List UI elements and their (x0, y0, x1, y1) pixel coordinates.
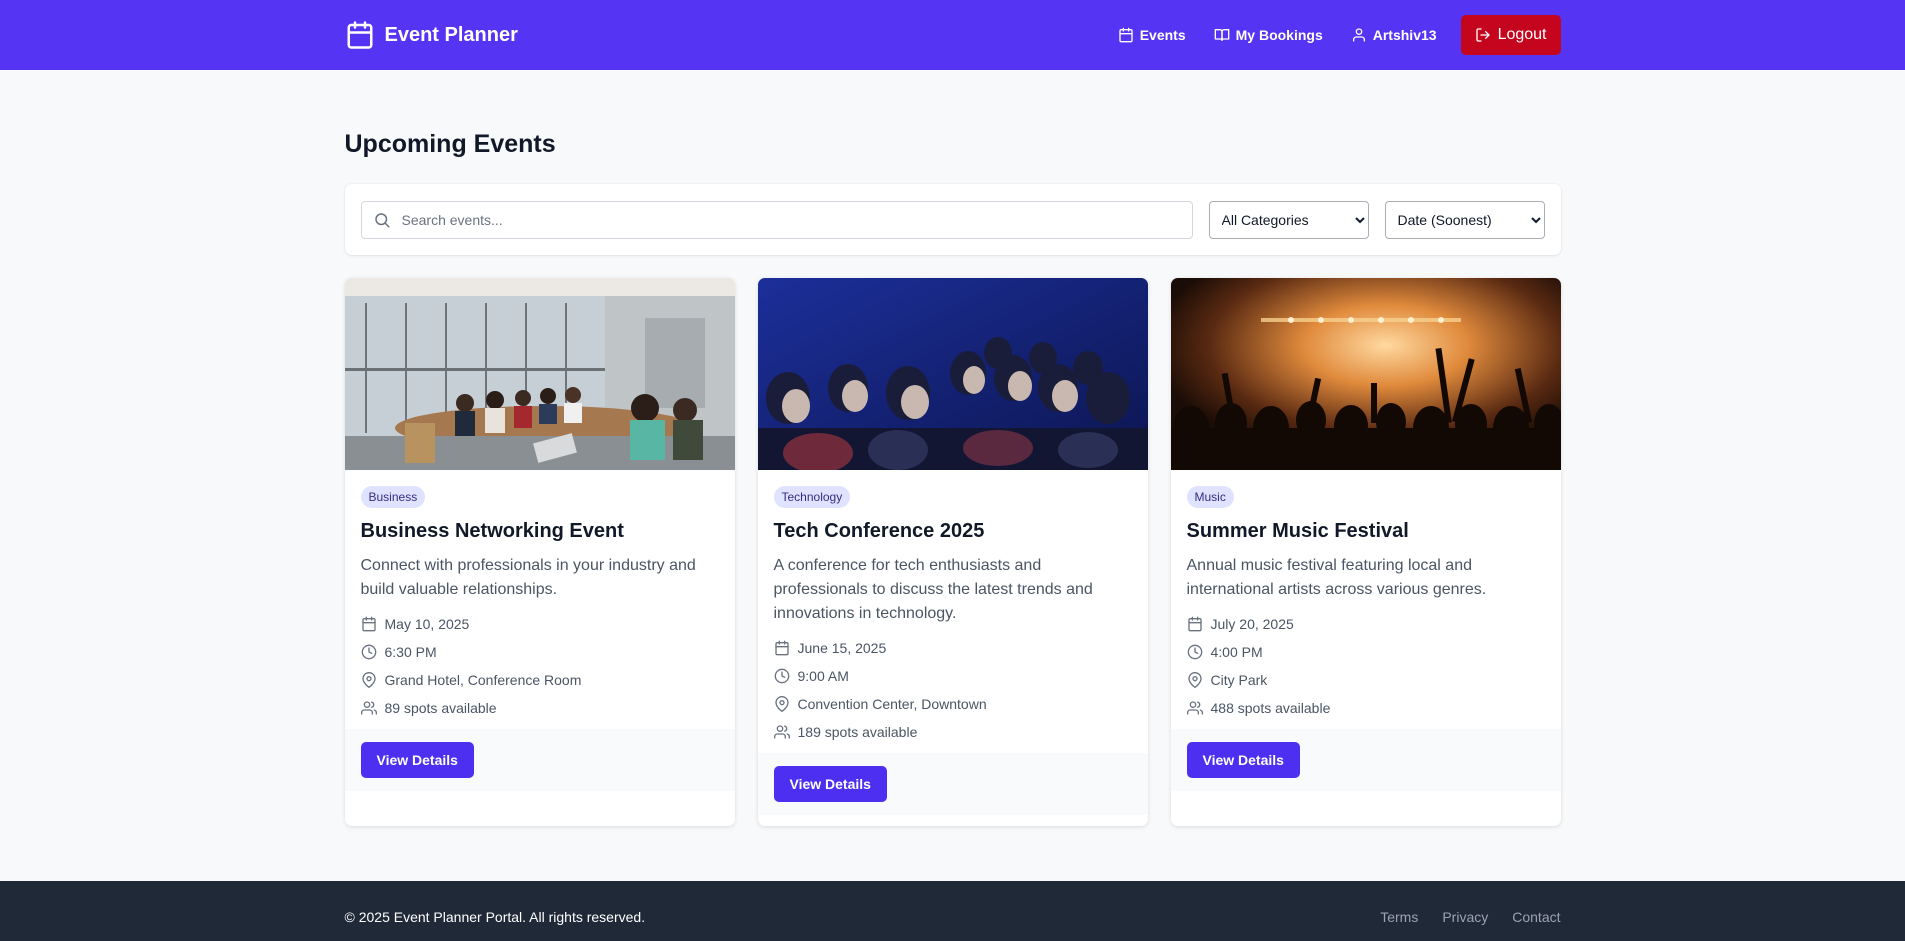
event-time-text: 6:30 PM (384, 643, 437, 660)
calendar-icon (774, 640, 789, 655)
view-details-button[interactable]: View Details (773, 766, 887, 802)
category-badge: Music (1186, 486, 1234, 508)
logout-button[interactable]: Logout (1460, 15, 1561, 55)
category-badge: Business (360, 486, 426, 508)
navbar: Event Planner Events My Bookings Artshiv… (0, 0, 1905, 70)
footer-link-contact[interactable]: Contact (1512, 909, 1560, 925)
event-title[interactable]: Summer Music Festival (1187, 518, 1545, 544)
event-meta: June 15, 2025 9:00 AM Convention Center,… (773, 638, 1132, 741)
category-select[interactable]: All Categories (1208, 200, 1369, 239)
card-spacer (758, 815, 1148, 826)
category-badge: Technology (773, 486, 851, 508)
event-title[interactable]: Tech Conference 2025 (774, 518, 1132, 544)
brand-title: Event Planner (384, 23, 518, 46)
event-image-technology (757, 278, 1148, 470)
calendar-icon (1187, 616, 1202, 631)
event-title[interactable]: Business Networking Event (361, 518, 719, 544)
users-icon (1186, 700, 1203, 715)
event-location: Convention Center, Downtown (774, 694, 1132, 713)
nav-link-label: My Bookings (1235, 27, 1323, 43)
page-title: Upcoming Events (344, 130, 556, 158)
event-meta: May 10, 2025 6:30 PM Grand Hotel, Confer… (360, 614, 719, 717)
event-spots: 89 spots available (360, 698, 719, 717)
event-spots: 189 spots available (773, 722, 1132, 741)
event-spots-text: 189 spots available (797, 723, 918, 740)
event-meta: July 20, 2025 4:00 PM City Park 488 spot… (1186, 614, 1545, 717)
footer-links: Terms Privacy Contact (1380, 909, 1560, 925)
logout-label: Logout (1497, 26, 1547, 43)
event-location-text: Grand Hotel, Conference Room (384, 671, 582, 688)
search-wrap (360, 200, 1193, 239)
main-content: Upcoming Events All Categories Date (Soo… (344, 70, 1561, 826)
calendar-icon (345, 20, 375, 50)
nav-link-label: Artshiv13 (1372, 27, 1437, 43)
calendar-icon (361, 616, 376, 631)
event-description: Annual music festival featuring local an… (1186, 557, 1487, 598)
event-spots-text: 488 spots available (1210, 699, 1331, 716)
event-card: Technology Tech Conference 2025 A confer… (757, 278, 1148, 826)
event-date: July 20, 2025 (1187, 614, 1545, 633)
view-details-button[interactable]: View Details (1186, 742, 1300, 778)
event-description: A conference for tech enthusiasts and pr… (773, 557, 1093, 622)
event-spots-text: 89 spots available (384, 699, 497, 716)
event-card: Music Summer Music Festival Annual music… (1170, 278, 1561, 826)
clock-icon (361, 644, 376, 659)
view-details-button[interactable]: View Details (360, 742, 474, 778)
map-pin-icon (774, 695, 789, 712)
event-image-business (344, 278, 735, 470)
book-icon (1214, 29, 1229, 41)
event-time: 4:00 PM (1187, 642, 1545, 661)
card-spacer (345, 791, 735, 826)
card-footer: View Details (344, 729, 735, 791)
event-location-text: City Park (1210, 671, 1268, 688)
event-image-music (1170, 278, 1561, 470)
card-body: Technology Tech Conference 2025 A confer… (758, 470, 1148, 753)
card-body: Music Summer Music Festival Annual music… (1171, 470, 1561, 729)
event-location: Grand Hotel, Conference Room (361, 670, 719, 689)
search-icon (374, 212, 389, 227)
users-icon (773, 724, 790, 739)
map-pin-icon (1187, 671, 1202, 688)
nav-link-events[interactable]: Events (1114, 21, 1190, 49)
event-cards: Business Business Networking Event Conne… (344, 278, 1561, 826)
event-date: May 10, 2025 (361, 614, 719, 633)
map-pin-icon (361, 671, 376, 688)
event-spots: 488 spots available (1186, 698, 1545, 717)
sort-select[interactable]: Date (Soonest) (1384, 200, 1545, 239)
footer-link-privacy[interactable]: Privacy (1442, 909, 1488, 925)
footer-link-terms[interactable]: Terms (1380, 909, 1418, 925)
filter-bar: All Categories Date (Soonest) (344, 184, 1561, 255)
card-footer: View Details (1170, 729, 1561, 791)
event-date-text: June 15, 2025 (797, 639, 887, 656)
event-location: City Park (1187, 670, 1545, 689)
footer-copyright: © 2025 Event Planner Portal. All rights … (344, 909, 646, 925)
event-time-text: 4:00 PM (1210, 643, 1263, 660)
footer: © 2025 Event Planner Portal. All rights … (0, 881, 1905, 941)
event-time-text: 9:00 AM (797, 667, 849, 684)
card-spacer (1171, 791, 1561, 826)
clock-icon (1187, 644, 1202, 659)
event-time: 6:30 PM (361, 642, 719, 661)
logout-icon (1475, 28, 1490, 42)
search-input[interactable] (360, 200, 1193, 239)
event-description: Connect with professionals in your indus… (360, 557, 696, 598)
event-location-text: Convention Center, Downtown (797, 695, 987, 712)
user-icon (1352, 28, 1365, 42)
clock-icon (774, 668, 789, 683)
brand[interactable]: Event Planner (345, 20, 518, 50)
event-date-text: July 20, 2025 (1210, 615, 1294, 632)
card-footer: View Details (757, 753, 1148, 815)
nav-link-label: Events (1139, 27, 1186, 43)
event-date: June 15, 2025 (774, 638, 1132, 657)
nav-link-profile[interactable]: Artshiv13 (1347, 21, 1441, 49)
event-card: Business Business Networking Event Conne… (344, 278, 735, 826)
card-body: Business Business Networking Event Conne… (345, 470, 735, 729)
event-time: 9:00 AM (774, 666, 1132, 685)
event-date-text: May 10, 2025 (384, 615, 470, 632)
users-icon (360, 700, 377, 715)
calendar-icon (1119, 27, 1133, 43)
nav-links: Events My Bookings Artshiv13 Logout (1114, 15, 1561, 55)
nav-link-my-bookings[interactable]: My Bookings (1210, 21, 1327, 49)
